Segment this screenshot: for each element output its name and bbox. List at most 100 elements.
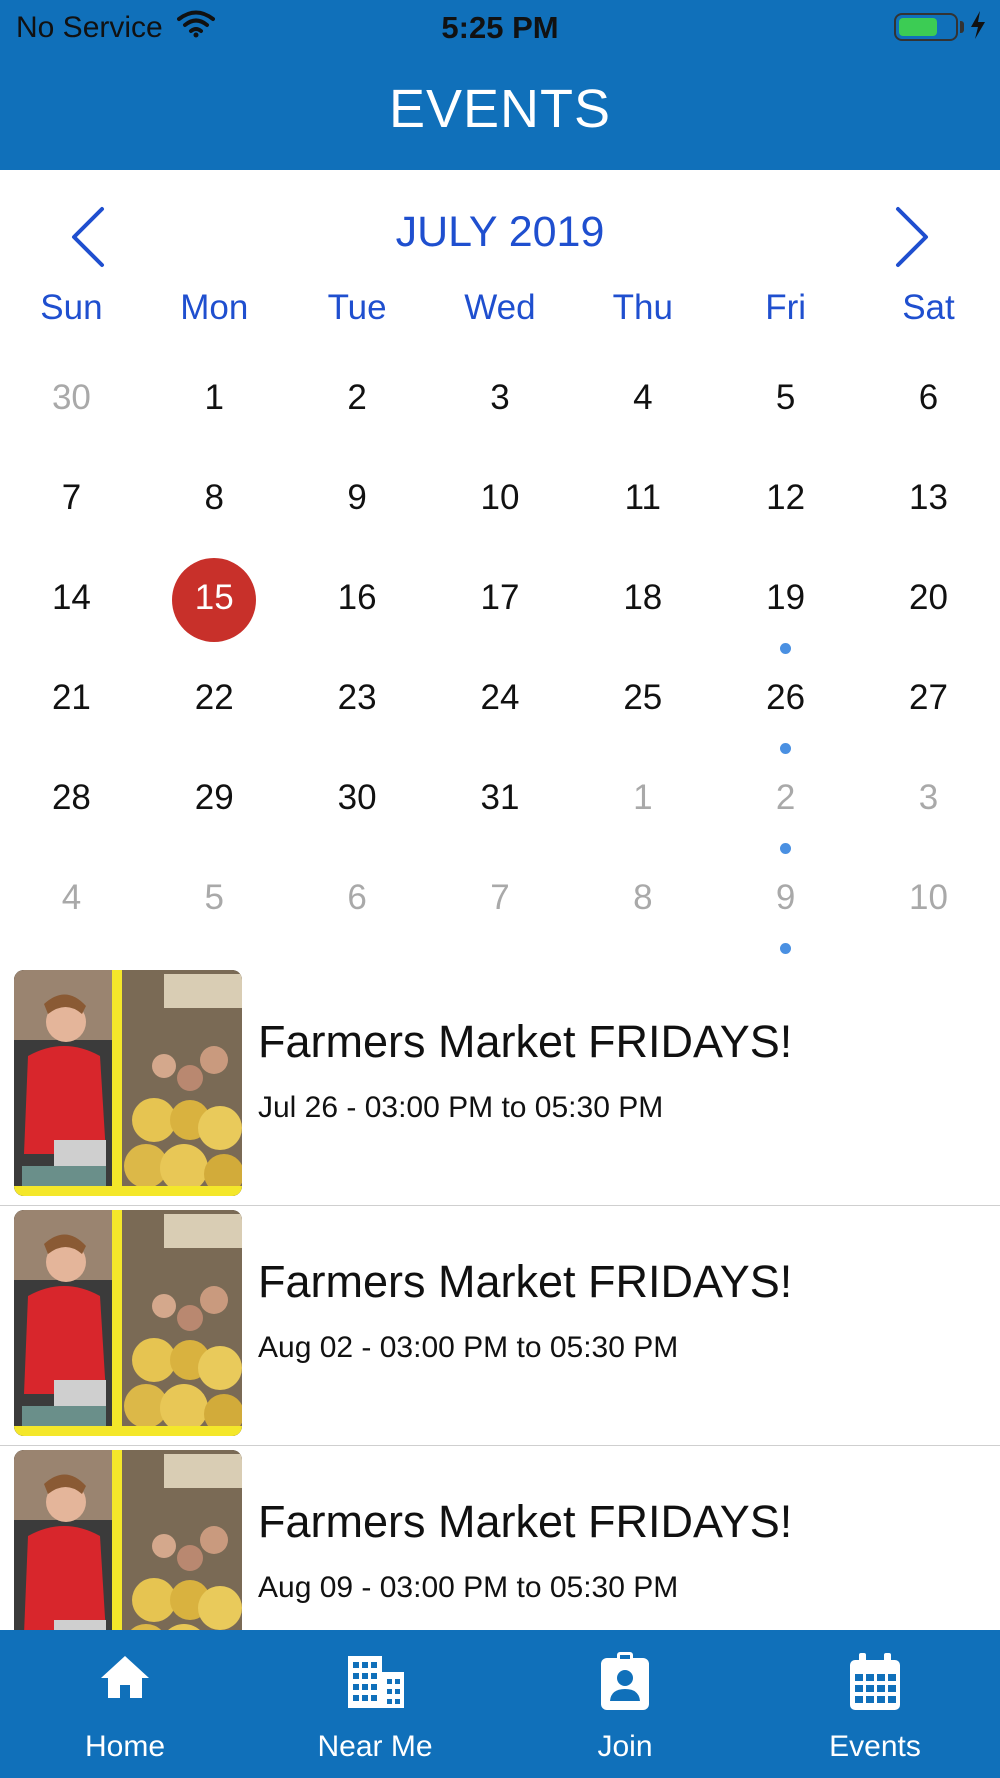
calendar-day[interactable]: 26 [714,650,857,754]
calendar-day[interactable]: 13 [857,450,1000,550]
calendar-day[interactable]: 12 [714,450,857,550]
weekday-label: Tue [327,288,387,327]
calendar-header: JULY 2019 [0,170,1000,290]
weekday-header-row: Sun Mon Tue Wed Thu Fri Sat [0,288,1000,328]
event-list-item[interactable]: Farmers Market FRIDAYS! Jul 26 - 03:00 P… [0,966,1000,1206]
calendar-day-number: 4 [61,878,82,917]
calendar-day-number: 12 [766,478,806,517]
calendar-day[interactable]: 18 [571,550,714,650]
calendar-day-number: 15 [194,578,234,617]
calendar-day[interactable]: 25 [571,650,714,750]
calendar-day[interactable]: 19 [714,550,857,654]
calendar-day[interactable]: 24 [429,650,572,750]
tab-events[interactable]: Events [750,1630,1000,1778]
weekday-label: Sun [40,288,103,327]
calendar-day[interactable]: 22 [143,650,286,750]
calendar-day[interactable]: 14 [0,550,143,650]
calendar-day-number: 3 [490,378,510,417]
calendar-day-number: 7 [490,878,510,917]
calendar-day[interactable]: 2 [286,350,429,450]
battery-icon [894,13,958,41]
calendar-day-number: 28 [51,778,91,817]
next-month-button[interactable] [884,202,940,272]
calendar-day[interactable]: 4 [0,850,143,950]
calendar-day-number: 22 [194,678,234,717]
battery-tip [960,21,964,33]
calendar-day-number: 18 [623,578,663,617]
calendar-day-number: 30 [337,778,377,817]
calendar-day[interactable]: 21 [0,650,143,750]
calendar-day[interactable]: 1 [143,350,286,450]
calendar-day-number: 14 [51,578,91,617]
calendar-week-row: 7 8 9 10 11 12 13 [0,450,1000,550]
calendar-day-number: 31 [480,778,520,817]
calendar-day[interactable]: 30 [0,350,143,450]
calendar-day[interactable]: 5 [714,350,857,450]
month-title: JULY 2019 [395,208,605,256]
calendar-day[interactable]: 5 [143,850,286,950]
calendar-day-number: 6 [347,878,367,917]
calendar-day[interactable]: 7 [429,850,572,950]
navigation-header: No Service 5:25 PM EVENTS [0,0,1000,170]
calendar-day-number: 2 [775,778,796,817]
tab-label: Events [829,1730,921,1763]
calendar-day[interactable]: 9 [286,450,429,550]
calendar-day[interactable]: 30 [286,750,429,850]
calendar-day[interactable]: 28 [0,750,143,850]
tab-join[interactable]: Join [500,1630,750,1778]
event-time: Aug 09 - 03:00 PM to 05:30 PM [258,1571,679,1604]
calendar-day-number: 29 [194,778,234,817]
weekday-label: Mon [180,288,249,327]
calendar-day-number: 7 [61,478,82,517]
calendar-day[interactable]: 31 [429,750,572,850]
event-list-item[interactable]: Farmers Market FRIDAYS! Aug 02 - 03:00 P… [0,1206,1000,1446]
calendar-day[interactable]: 6 [857,350,1000,450]
calendar-day[interactable]: 3 [429,350,572,450]
calendar-day[interactable]: 6 [286,850,429,950]
building-icon [348,1656,404,1708]
calendar-day[interactable]: 8 [143,450,286,550]
calendar-day-number: 6 [918,378,939,417]
calendar-day-number: 19 [766,578,806,617]
calendar-day[interactable]: 3 [857,750,1000,850]
event-title: Farmers Market FRIDAYS! [258,1496,793,1547]
calendar-day-number: 10 [480,478,520,517]
calendar-day[interactable]: 20 [857,550,1000,650]
event-title: Farmers Market FRIDAYS! [258,1256,793,1307]
calendar-day-today[interactable]: 15 [143,550,286,650]
calendar-day[interactable]: 29 [143,750,286,850]
calendar-day-number: 8 [633,878,653,917]
calendar-day-number: 17 [480,578,520,617]
calendar-day[interactable]: 4 [571,350,714,450]
calendar-week-row: 21 22 23 24 25 26 27 [0,650,1000,754]
calendar-day[interactable]: 9 [714,850,857,954]
calendar-week-row: 30 1 2 3 4 5 6 [0,350,1000,450]
calendar-day[interactable]: 10 [429,450,572,550]
calendar-day[interactable]: 23 [286,650,429,750]
calendar-day[interactable]: 7 [0,450,143,550]
calendar-day-number: 1 [633,778,653,817]
battery-level-fill [899,18,937,36]
weekday-label: Thu [612,288,673,327]
calendar-day[interactable]: 27 [857,650,1000,750]
home-icon [101,1656,149,1698]
calendar-icon [850,1653,900,1710]
calendar-day-number: 26 [766,678,806,717]
calendar-day[interactable]: 11 [571,450,714,550]
tab-near-me[interactable]: Near Me [250,1630,500,1778]
calendar-day[interactable]: 2 [714,750,857,854]
calendar-day[interactable]: 10 [857,850,1000,950]
calendar-day[interactable]: 1 [571,750,714,850]
weekday-label: Sat [902,288,955,327]
calendar-day-number: 30 [51,378,91,417]
calendar-day[interactable]: 8 [571,850,714,950]
calendar-day[interactable]: 17 [429,550,572,650]
charging-bolt-icon [968,10,988,45]
calendar-day-number: 1 [204,378,224,417]
calendar-day[interactable]: 16 [286,550,429,650]
tab-home[interactable]: Home [0,1630,250,1778]
calendar-day-number: 13 [909,478,948,517]
calendar-day-number: 2 [347,378,367,417]
calendar-week-row: 14 15 16 17 18 19 20 [0,550,1000,654]
bottom-tab-bar: Home Near Me Join Events [0,1630,1000,1778]
